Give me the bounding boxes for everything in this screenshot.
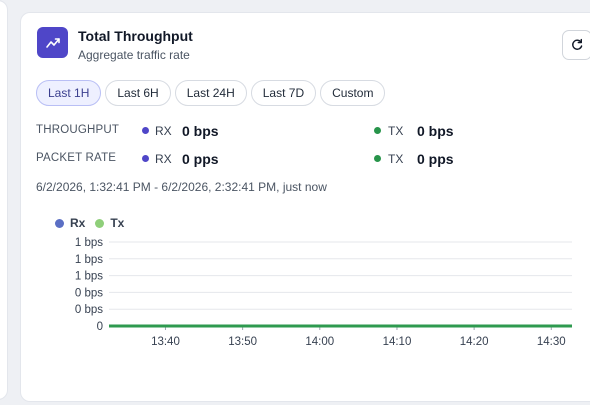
x-tick-label: 13:50	[228, 336, 257, 348]
adjacent-card-edge	[0, 0, 8, 400]
y-tick-label: 0 bps	[75, 287, 103, 299]
x-tick-label: 14:00	[305, 336, 334, 348]
throughput-card: Total Throughput Aggregate traffic rate …	[20, 12, 590, 402]
x-tick-label: 14:30	[537, 336, 566, 348]
y-tick-label: 1 bps	[75, 254, 103, 266]
y-tick-label: 1 bps	[75, 237, 103, 249]
y-tick-label: 1 bps	[75, 271, 103, 283]
x-tick-label: 14:20	[460, 336, 489, 348]
throughput-chart: 1 bps 1 bps 1 bps 0 bps 0 bps 0 13:40 13:50 14:0…	[75, 237, 572, 348]
x-tick-label: 14:10	[383, 336, 412, 348]
y-tick-label: 0	[97, 321, 103, 333]
x-tick-label: 13:40	[151, 336, 180, 348]
y-tick-label: 0 bps	[75, 304, 103, 316]
